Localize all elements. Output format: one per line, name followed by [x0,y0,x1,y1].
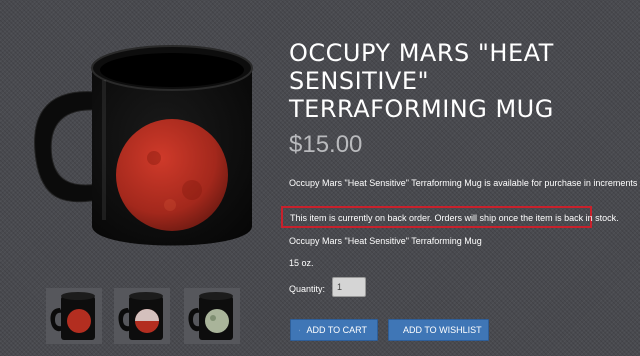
availability-text: Occupy Mars "Heat Sensitive" Terraformin… [289,178,640,188]
cart-icon [299,329,301,331]
quantity-label: Quantity: [289,284,326,294]
product-name-line: Occupy Mars "Heat Sensitive" Terraformin… [289,236,482,246]
product-size: 15 oz. [289,258,314,268]
thumbnail-2[interactable] [114,288,170,344]
add-to-wishlist-label: ADD TO WISHLIST [403,325,482,335]
product-price: $15.00 [289,131,363,158]
add-to-cart-label: ADD TO CART [306,325,367,335]
add-to-wishlist-button[interactable]: ADD TO WISHLIST [388,319,489,341]
quantity-input[interactable] [332,277,366,297]
product-main-image [34,45,253,246]
backorder-notice-box: This item is currently on back order. Or… [281,206,619,228]
thumbnail-1[interactable] [46,288,102,344]
backorder-notice-text: This item is currently on back order. Or… [290,213,619,223]
mars-graphic [116,119,228,231]
product-title: OCCUPY MARS "HEAT SENSITIVE" TERRAFORMIN… [289,39,554,123]
add-to-cart-button[interactable]: ADD TO CART [290,319,378,341]
thumbnail-3[interactable] [184,288,240,344]
